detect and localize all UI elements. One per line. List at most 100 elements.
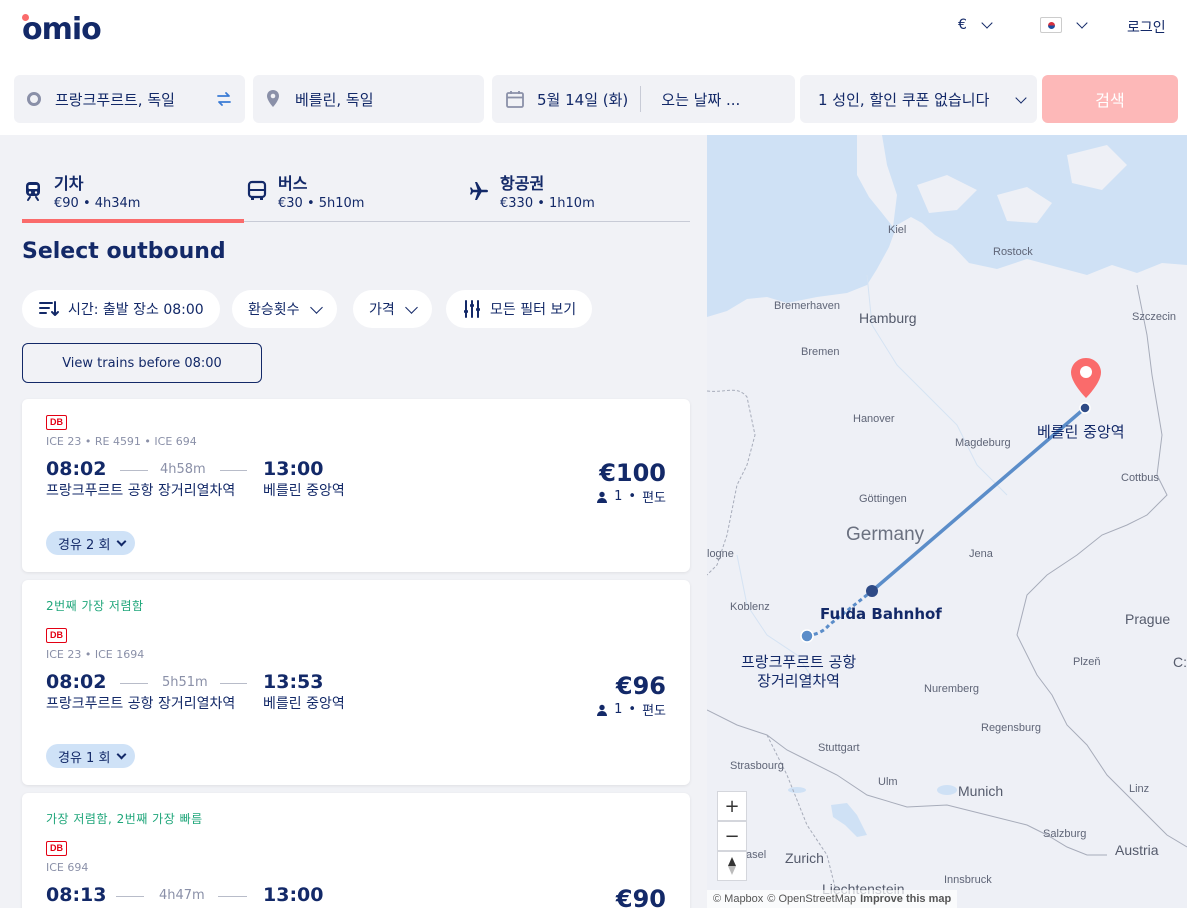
all-filters-chip[interactable]: 모든 필터 보기 [446, 290, 593, 328]
time-filter-label: 시간: 출발 장소 08:00 [68, 302, 204, 318]
db-logo: DB [46, 628, 67, 643]
language-selector[interactable] [1040, 17, 1088, 33]
scrollbar-track[interactable] [1187, 135, 1199, 908]
filter-sliders-icon [464, 300, 480, 318]
transport-tabs: 기차 €90 • 4h34m 버스 €30 • 5h10m 항공권 €330 •… [22, 168, 690, 223]
logo-text: omio [22, 12, 102, 47]
transfers-filter-label: 환승횟수 [248, 302, 300, 318]
arrival-time: 13:00 [263, 884, 324, 906]
tab-flights[interactable]: 항공권 €330 • 1h10m [468, 168, 690, 222]
depart-date-value[interactable]: 5월 14일 (화) [537, 89, 628, 110]
map-attribution: © Mapbox © OpenStreetMap Improve this ma… [707, 890, 958, 908]
search-button-label: 검색 [1095, 91, 1125, 110]
train-numbers: ICE 694 [46, 861, 89, 874]
location-pin-icon [267, 90, 279, 107]
currency-selector[interactable]: € [958, 17, 993, 33]
transfers-filter-chip[interactable]: 환승횟수 [232, 290, 337, 328]
arrival-station: 베를린 중앙역 [263, 696, 345, 712]
improve-map-link[interactable]: Improve this map [860, 893, 951, 905]
duration-line [116, 896, 144, 897]
logo-dot [22, 14, 29, 21]
stops-toggle[interactable]: 경유 1 회 [46, 744, 136, 768]
result-tag: 2번째 가장 저렴함 [46, 599, 144, 613]
currency-label: € [958, 17, 967, 33]
route-origin-label: 프랑크푸르트 공항 장거리열차역 [741, 653, 856, 691]
passengers-field[interactable]: 1 성인, 할인 쿠폰 없습니다 [800, 75, 1037, 123]
arrival-time: 13:00 [263, 458, 324, 480]
stops-label: 경유 2 회 [58, 537, 111, 553]
search-button[interactable]: 검색 [1042, 75, 1178, 123]
chevron-down-icon [404, 300, 418, 314]
price: €96 [615, 672, 666, 700]
departure-station: 프랑크푸르트 공항 장거리열차역 [46, 696, 236, 712]
date-divider [640, 86, 642, 112]
top-bar: omio € 로그인 [0, 0, 1199, 62]
passenger-count: 1 [614, 489, 623, 504]
person-icon [597, 491, 608, 503]
db-logo: DB [46, 415, 67, 430]
compass-icon [728, 857, 736, 875]
duration-line [220, 470, 247, 471]
origin-value: 프랑크푸르트, 독일 [55, 90, 175, 109]
tab-train[interactable]: 기차 €90 • 4h34m [22, 168, 244, 223]
result-card[interactable]: 2번째 가장 저렴함 DB ICE 23 • ICE 1694 08:02 5h… [22, 580, 690, 785]
price: €100 [599, 459, 666, 487]
destination-value: 베를린, 독일 [295, 90, 374, 109]
mapbox-attribution[interactable]: © Mapbox [713, 893, 763, 905]
chevron-down-icon [116, 749, 127, 759]
duration-line [120, 470, 148, 471]
db-logo: DB [46, 841, 67, 856]
arrival-time: 13:53 [263, 671, 324, 693]
separator-dot: • [628, 702, 637, 717]
route-map[interactable]: Kiel Rostock Bremerhaven Hamburg Szczeci… [707, 135, 1187, 908]
trip-type: 편도 [642, 704, 666, 719]
duration-line [120, 683, 148, 684]
swap-icon[interactable] [215, 90, 233, 108]
origin-field[interactable]: 프랑크푸르트, 독일 [14, 75, 245, 123]
train-numbers: ICE 23 • RE 4591 • ICE 694 [46, 435, 197, 448]
zoom-in-button[interactable]: + [717, 791, 747, 821]
duration: 5h51m [162, 675, 208, 690]
view-earlier-trains-button[interactable]: View trains before 08:00 [22, 343, 262, 383]
trip-type: 편도 [642, 491, 666, 506]
train-numbers: ICE 23 • ICE 1694 [46, 648, 145, 661]
duration: 4h58m [160, 462, 206, 477]
time-filter-chip[interactable]: 시간: 출발 장소 08:00 [22, 290, 220, 328]
price: €90 [615, 885, 666, 908]
stops-toggle[interactable]: 경유 2 회 [46, 531, 136, 555]
route-destination-label: 베를린 중앙역 [1037, 423, 1125, 441]
duration-line [220, 683, 247, 684]
zoom-out-button[interactable]: − [717, 821, 747, 851]
chevron-down-icon [116, 536, 127, 546]
login-link[interactable]: 로그인 [1127, 17, 1166, 37]
price-filter-chip[interactable]: 가격 [353, 290, 432, 328]
chevron-down-icon [981, 17, 993, 29]
bus-icon [247, 180, 267, 200]
duration: 4h47m [159, 888, 205, 903]
chevron-down-icon [1076, 17, 1088, 29]
departure-time: 08:02 [46, 671, 107, 693]
tab-bus[interactable]: 버스 €30 • 5h10m [246, 168, 468, 222]
active-tab-indicator [22, 219, 244, 223]
destination-pin-icon [1071, 358, 1101, 398]
result-card[interactable]: DB ICE 23 • RE 4591 • ICE 694 08:02 4h58… [22, 399, 690, 572]
chevron-down-icon [309, 300, 323, 314]
result-card[interactable]: 가장 저렴함, 2번째 가장 빠름 DB ICE 694 08:13 4h47m… [22, 793, 690, 908]
chevron-down-icon [1015, 92, 1027, 104]
tab-train-label: 기차 [54, 174, 84, 193]
origin-circle-icon [27, 92, 41, 106]
return-date-value[interactable]: 오는 날짜 ... [661, 89, 740, 110]
osm-attribution[interactable]: © OpenStreetMap [767, 893, 856, 905]
passenger-info: 1 • 편도 [596, 700, 666, 719]
departure-time: 08:02 [46, 458, 107, 480]
tab-bus-summary: €30 • 5h10m [278, 196, 365, 211]
compass-button[interactable] [717, 851, 747, 881]
separator-dot: • [628, 489, 637, 504]
plane-icon [470, 182, 488, 200]
date-field[interactable]: 5월 14일 (화) 오는 날짜 ... [492, 75, 795, 123]
route-origin-line1: 프랑크푸르트 공항 [741, 653, 857, 671]
korea-flag-icon [1040, 17, 1062, 33]
omio-logo[interactable]: omio [22, 12, 102, 47]
destination-field[interactable]: 베를린, 독일 [253, 75, 484, 123]
stops-label: 경유 1 회 [58, 750, 111, 766]
